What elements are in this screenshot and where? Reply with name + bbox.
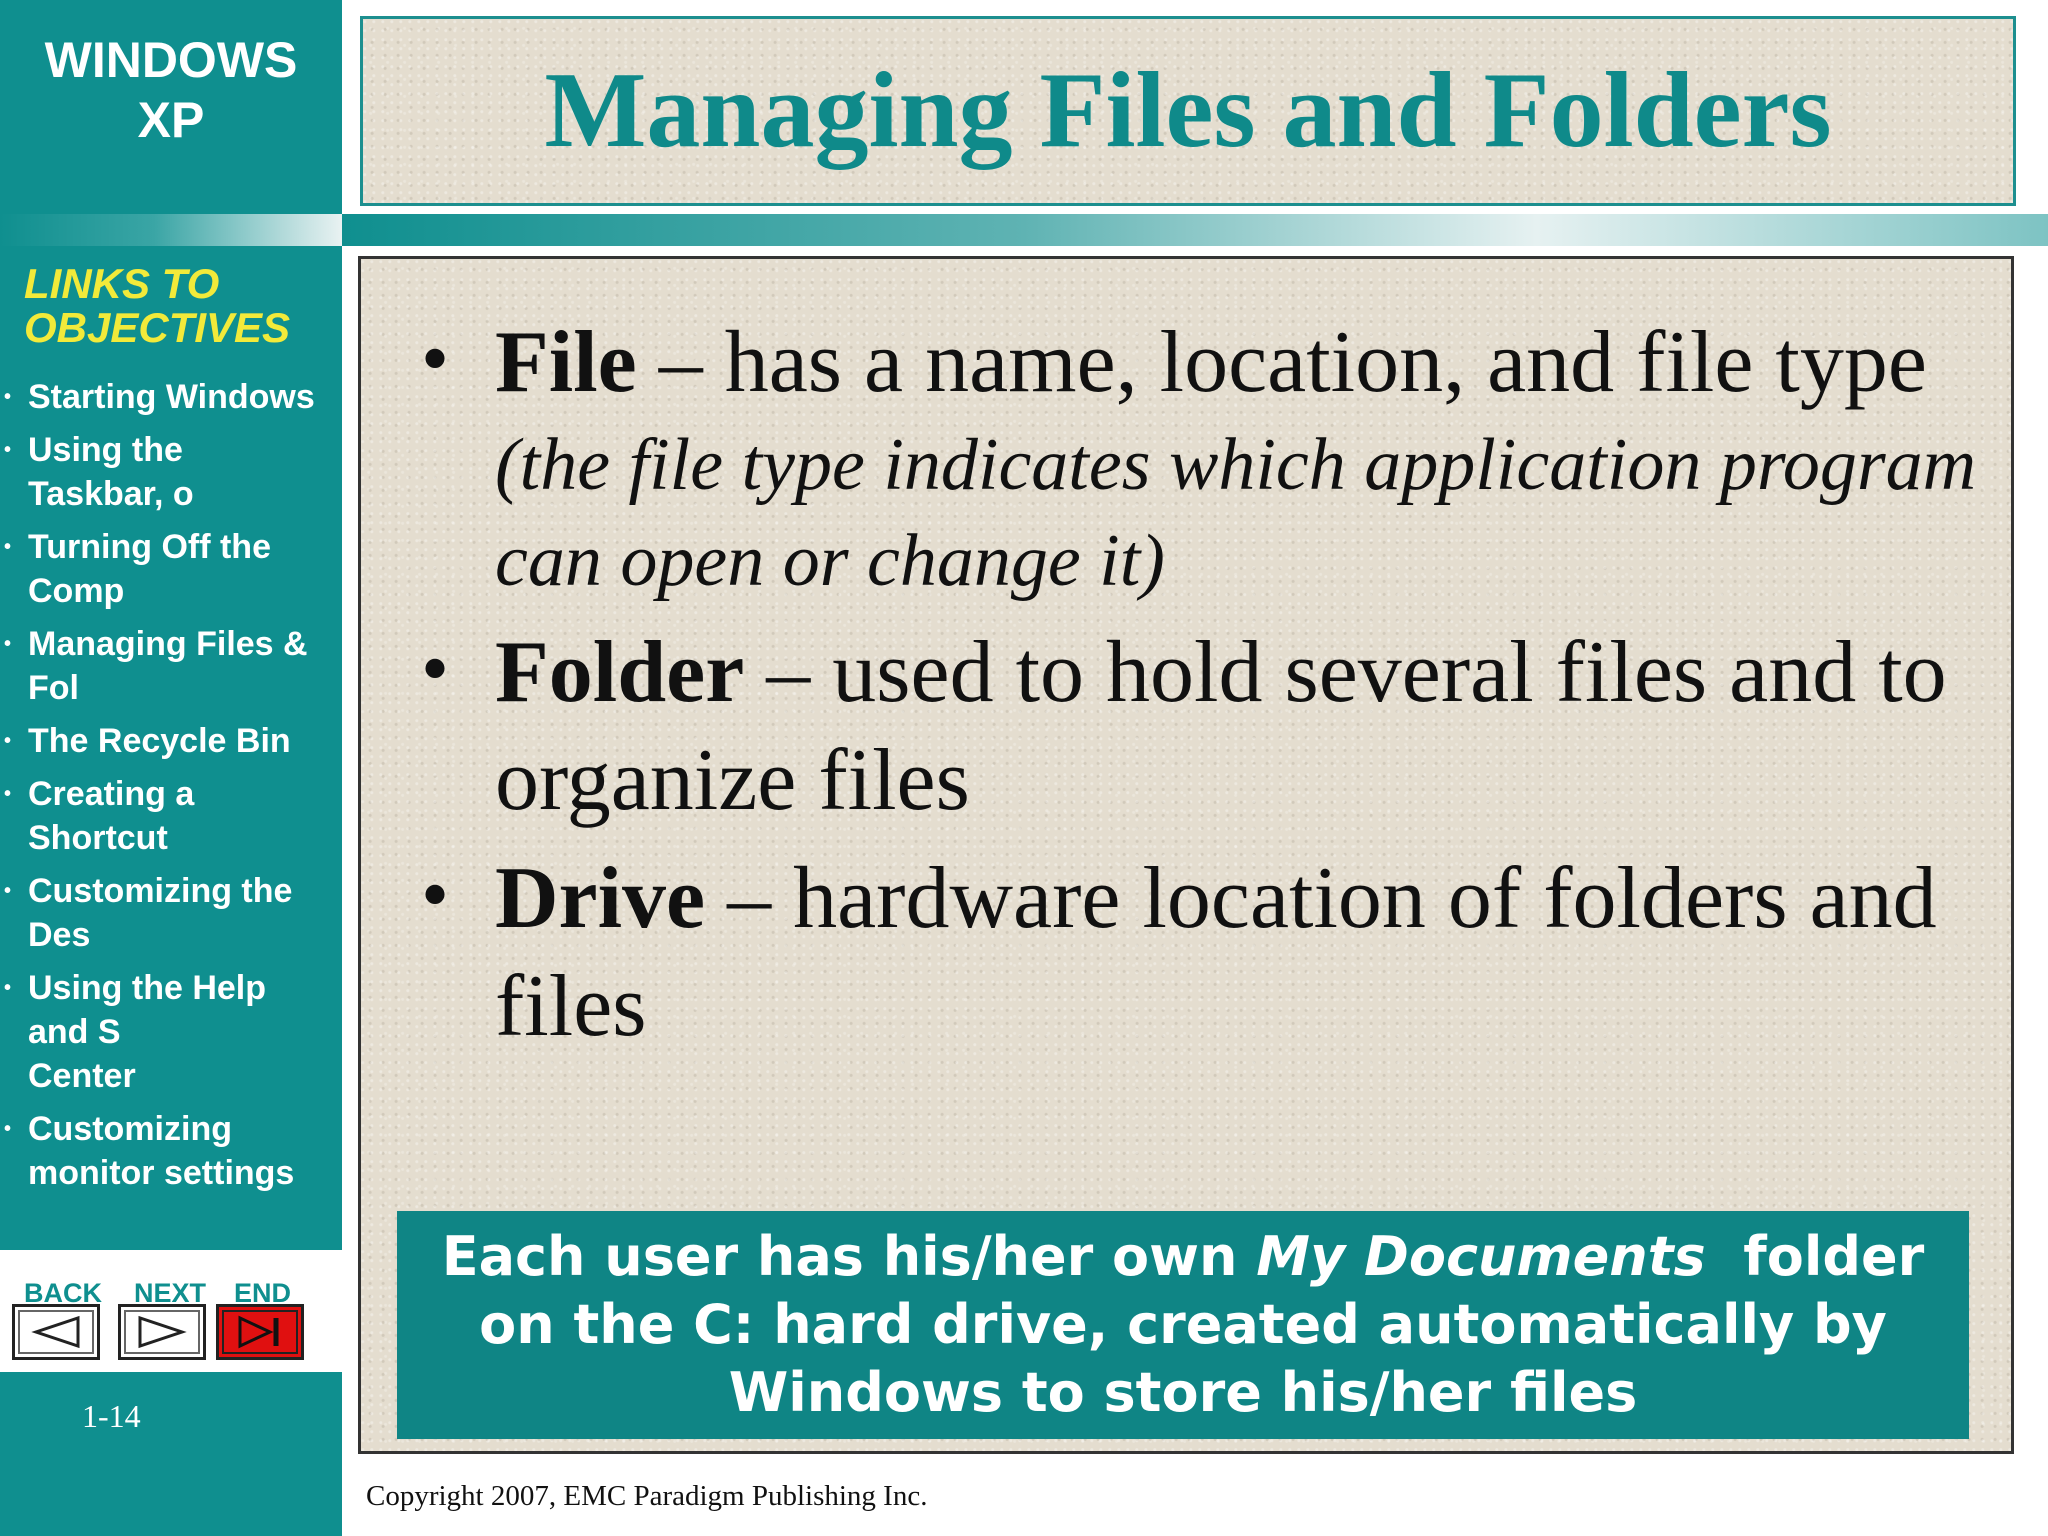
bullet-icon: • [4,633,12,655]
bullet-icon: • [4,1118,12,1140]
triangle-right-icon [138,1315,187,1349]
bullet-text: – has a name, location, and file type [636,314,1927,411]
bullet-icon: • [421,315,450,403]
next-button[interactable] [118,1304,206,1360]
bullet-term: Folder [495,624,745,721]
slide-title: Managing Files and Folders [544,51,1832,170]
slide-number: 1-14 [82,1398,141,1434]
bullet-icon: • [421,851,450,939]
header-separator [342,214,2048,246]
callout-emphasis: My Documents [1256,1225,1706,1288]
sidebar-separator [0,214,342,246]
bullet-list: • File – has a name, location, and file … [421,309,1981,1071]
sidebar: WINDOWS XP LINKS TO OBJECTIVES • Starting… [0,0,342,1536]
bullet-text: – hardware location of folders and files [495,850,1937,1055]
bullet-note: (the file type indicates which applicati… [495,424,1977,602]
objective-link-customizing-desktop[interactable]: • Customizing the Des [0,869,322,957]
links-title: LINKS TO OBJECTIVES [24,260,291,351]
bullet-icon: • [4,439,12,461]
bullet-term: Drive [495,850,706,947]
objective-link-shortcut[interactable]: • Creating a Shortcut [0,772,322,860]
bullet-icon: • [4,536,12,558]
bullet-icon: • [421,625,450,713]
end-button[interactable] [216,1304,304,1360]
bullet-item-file: • File – has a name, location, and file … [421,309,1981,609]
nav-separator [0,1250,342,1262]
objective-link-taskbar[interactable]: • Using the Taskbar, o [0,428,322,516]
bullet-icon: • [4,386,12,408]
bullet-icon: • [4,977,12,999]
objective-link-monitor-settings[interactable]: • Customizing monitor settings [0,1107,322,1195]
objective-link-starting-windows[interactable]: • Starting Windows [0,375,322,419]
back-button[interactable] [12,1304,100,1360]
bullet-item-folder: • Folder – used to hold several files an… [421,619,1981,835]
bullet-icon: • [4,730,12,752]
objective-link-turning-off[interactable]: • Turning Off the Comp [0,525,322,613]
objective-link-managing-files[interactable]: • Managing Files & Fol [0,622,322,710]
callout-text: Each user has his/her own My Documents f… [441,1225,1944,1424]
objectives-list: • Starting Windows • Using the Taskbar, o … [0,375,322,1204]
bullet-icon: • [4,783,12,805]
content-box: • File – has a name, location, and file … [358,256,2014,1454]
skip-to-end-icon [238,1315,279,1349]
bullet-item-drive: • Drive – hardware location of folders a… [421,845,1981,1061]
title-box: Managing Files and Folders [360,16,2016,206]
brand-title: WINDOWS XP [44,32,298,148]
bullet-icon: • [4,880,12,902]
objective-link-help-center[interactable]: • Using the Help and S Center [0,966,322,1098]
copyright-notice: Copyright 2007, EMC Paradigm Publishing … [366,1480,928,1512]
triangle-left-icon [31,1315,80,1349]
objective-link-recycle-bin[interactable]: • The Recycle Bin [0,719,322,763]
bullet-term: File [495,314,637,411]
callout-box: Each user has his/her own My Documents f… [397,1211,1969,1439]
